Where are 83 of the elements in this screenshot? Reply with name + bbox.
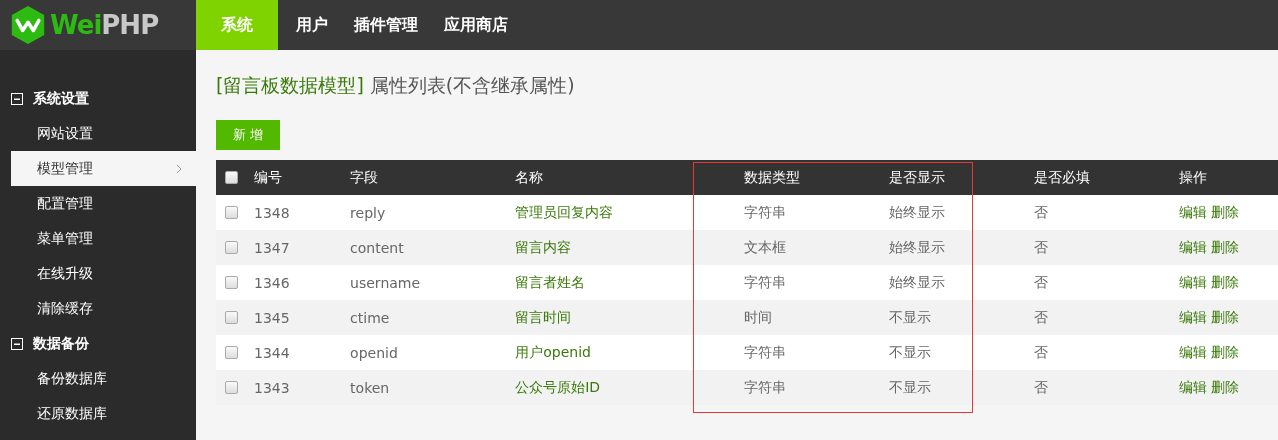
table-cell: ctime	[340, 300, 506, 335]
sidebar-item[interactable]: 还原数据库	[11, 396, 196, 431]
column-header: 编号	[244, 160, 341, 195]
table-cell: 否	[1023, 195, 1169, 230]
table-cell: 留言时间	[505, 300, 735, 335]
table-cell: 留言内容	[505, 230, 735, 265]
action-link[interactable]: 编辑	[1178, 273, 1207, 290]
chevron-icon	[176, 163, 182, 174]
table-cell: content	[340, 230, 506, 265]
group-label: 系统设置	[33, 89, 89, 108]
column-header: 字段	[340, 160, 506, 195]
collapse-icon	[11, 337, 23, 350]
logo-icon	[10, 5, 46, 45]
sidebar-item[interactable]: 清除缓存	[11, 291, 196, 326]
column-header: 数据类型	[734, 160, 879, 195]
table-cell: 始终显示	[878, 195, 1024, 230]
sidebar-item[interactable]: 菜单管理	[11, 221, 196, 256]
table-cell: 否	[1023, 335, 1169, 370]
table-cell: 文本框	[734, 230, 879, 265]
action-link[interactable]: 删除	[1211, 238, 1240, 255]
table-cell: 字符串	[734, 370, 879, 405]
table-cell: 1345	[244, 300, 341, 335]
checkbox[interactable]	[225, 171, 238, 184]
table-cell: 管理员回复内容	[505, 195, 735, 230]
table-cell: reply	[340, 195, 506, 230]
action-link[interactable]: 删除	[1211, 273, 1240, 290]
sidebar-item[interactable]: 备份数据库	[11, 361, 196, 396]
action-link[interactable]: 编辑	[1178, 203, 1207, 220]
column-header: 是否必填	[1023, 160, 1169, 195]
table-cell: 字符串	[734, 335, 879, 370]
table-cell: 字符串	[734, 195, 879, 230]
table-cell: 用户openid	[505, 335, 735, 370]
logo-text: WeiPHP	[50, 10, 159, 40]
table-cell: 否	[1023, 265, 1169, 300]
table-cell: 1344	[244, 335, 341, 370]
table-cell: username	[340, 265, 506, 300]
table-cell: 不显示	[878, 300, 1024, 335]
collapse-icon	[11, 92, 23, 105]
checkbox[interactable]	[225, 276, 238, 289]
action-link[interactable]: 删除	[1211, 343, 1240, 360]
action-link[interactable]: 删除	[1211, 378, 1240, 395]
checkbox[interactable]	[225, 346, 238, 359]
action-link[interactable]: 编辑	[1178, 238, 1207, 255]
action-link[interactable]: 编辑	[1178, 343, 1207, 360]
table-cell: 公众号原始ID	[505, 370, 735, 405]
action-link[interactable]: 编辑	[1178, 308, 1207, 325]
table-cell: openid	[340, 335, 506, 370]
sidebar-item[interactable]: 配置管理	[11, 186, 196, 221]
checkbox[interactable]	[225, 311, 238, 324]
action-link[interactable]: 删除	[1211, 308, 1240, 325]
sidebar-item[interactable]: 网站设置	[11, 116, 196, 151]
group-label: 数据备份	[33, 334, 89, 353]
column-header: 操作	[1168, 160, 1278, 195]
sidebar-group[interactable]: 数据备份	[0, 326, 196, 361]
sidebar-item[interactable]: 模型管理	[11, 151, 196, 186]
column-header: 名称	[505, 160, 735, 195]
action-link[interactable]: 编辑	[1178, 378, 1207, 395]
action-link[interactable]: 删除	[1211, 203, 1240, 220]
checkbox[interactable]	[225, 381, 238, 394]
nav-tab[interactable]: 应用商店	[426, 0, 516, 50]
table-cell: 1347	[244, 230, 341, 265]
table-cell: 始终显示	[878, 265, 1024, 300]
nav-tab[interactable]: 用户	[278, 0, 336, 50]
table-cell: 1343	[244, 370, 341, 405]
table-cell: 留言者姓名	[505, 265, 735, 300]
page-title: [留言板数据模型] 属性列表(不含继承属性)	[216, 73, 576, 98]
checkbox[interactable]	[225, 241, 238, 254]
column-header: 是否显示	[878, 160, 1024, 195]
table-cell: 1346	[244, 265, 341, 300]
sidebar-group[interactable]: 系统设置	[0, 81, 196, 116]
table-cell: 始终显示	[878, 230, 1024, 265]
checkbox[interactable]	[225, 206, 238, 219]
table-cell: 否	[1023, 230, 1169, 265]
table-cell: 字符串	[734, 265, 879, 300]
nav-tab[interactable]: 插件管理	[336, 0, 426, 50]
table-cell: 否	[1023, 300, 1169, 335]
sidebar-item[interactable]: 在线升级	[11, 256, 196, 291]
table-cell: 时间	[734, 300, 879, 335]
table-cell: 否	[1023, 370, 1169, 405]
table-cell: token	[340, 370, 506, 405]
table-cell: 不显示	[878, 335, 1024, 370]
table-cell: 不显示	[878, 370, 1024, 405]
table-cell: 1348	[244, 195, 341, 230]
